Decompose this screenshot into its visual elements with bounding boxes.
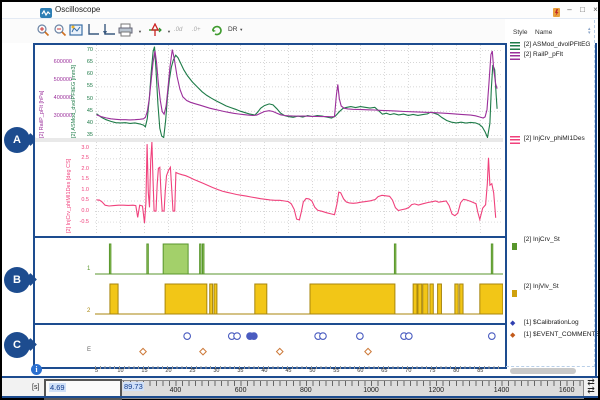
legend-horizontal-scrollbar[interactable] bbox=[510, 368, 576, 374]
time-tick-label: 70 bbox=[405, 368, 411, 374]
y-tick-label: 0.5 bbox=[81, 197, 89, 203]
annotation-badge-c: C bbox=[4, 332, 30, 358]
time-tick-label: 40 bbox=[261, 368, 267, 374]
time-tick-label: 50 bbox=[309, 368, 315, 374]
window-title: Oscilloscope bbox=[55, 5, 100, 14]
axis-ticks-asmod: 3540455055606570 bbox=[78, 45, 94, 138]
diamond-marker-icon: ◆ bbox=[510, 332, 520, 340]
event-row-label: E bbox=[87, 347, 91, 353]
diamond-marker-icon: ◆ bbox=[510, 320, 520, 328]
zoom-out-icon[interactable] bbox=[53, 23, 68, 38]
close-button[interactable]: × bbox=[589, 4, 600, 15]
time-tick-label: 45 bbox=[285, 368, 291, 374]
decimal-add-button[interactable]: .0d bbox=[174, 27, 190, 42]
time-tick-label: 5 bbox=[95, 368, 98, 374]
time-tick-label: 10 bbox=[117, 368, 123, 374]
line-style-swatch bbox=[510, 136, 520, 144]
ruler-tick-label: 800 bbox=[300, 387, 312, 394]
ruler-tick-label: 600 bbox=[235, 387, 247, 394]
y-tick-label: 2.5 bbox=[81, 155, 89, 161]
dr-menu-label: DR bbox=[228, 26, 237, 33]
screenshot-frame: Oscilloscope – □ × ▼ ▼ .0d .0+ bbox=[0, 0, 600, 400]
axis-default-icon[interactable] bbox=[86, 23, 101, 38]
time-tick-label: 65 bbox=[381, 368, 387, 374]
time-tick-label: 20 bbox=[165, 368, 171, 374]
plot-analog-upper[interactable] bbox=[95, 45, 503, 138]
axis-label-asmod: [2] ASMod_dvolPFltEG [mm3] bbox=[71, 45, 77, 138]
decimal-remove-button[interactable]: .0+ bbox=[192, 27, 208, 42]
print-icon[interactable]: ▼ bbox=[118, 23, 142, 38]
y-tick-label: 1.5 bbox=[81, 176, 89, 182]
range-end-value: 89.73 bbox=[123, 382, 144, 391]
time-tick-label: 15 bbox=[141, 368, 147, 374]
maximize-button[interactable]: □ bbox=[576, 4, 589, 15]
time-tick-label: 60 bbox=[357, 368, 363, 374]
zoom-in-icon[interactable] bbox=[36, 23, 51, 38]
y-tick-label: 300000 bbox=[54, 113, 72, 119]
axis-ticks-railp: 300000 400000 500000 600000 bbox=[46, 45, 73, 138]
ruler-tick-label: 1600 bbox=[559, 387, 575, 394]
sync-arrows-icon[interactable]: ⇄⇄ bbox=[584, 378, 598, 396]
measure-tool-icon[interactable]: ▼ bbox=[147, 23, 171, 38]
unit-label: [s] bbox=[32, 384, 39, 391]
y-tick-label: 500000 bbox=[54, 77, 72, 83]
y-tick-label: 600000 bbox=[54, 59, 72, 65]
content-right-border bbox=[595, 43, 597, 397]
time-slider-bar: [s] 2004006008001000120014001600 4.69 89… bbox=[2, 378, 598, 396]
legend-header-name: Name bbox=[535, 29, 552, 36]
time-tick-label: 85 bbox=[477, 368, 483, 374]
oscilloscope-window: Oscilloscope – □ × ▼ ▼ .0d .0+ bbox=[2, 2, 598, 398]
info-icon[interactable]: i bbox=[31, 364, 42, 375]
plot-events[interactable] bbox=[95, 325, 503, 362]
digital-row1-label: 1 bbox=[87, 266, 90, 272]
y-tick-label: 60 bbox=[87, 71, 93, 77]
y-tick-label: 400000 bbox=[54, 95, 72, 101]
annotation-badge-a: A bbox=[4, 127, 30, 153]
ruler-tick-label: 1400 bbox=[494, 387, 510, 394]
title-bar: Oscilloscope – □ × bbox=[2, 2, 598, 19]
y-tick-label: 70 bbox=[87, 47, 93, 53]
time-tick-label: 80 bbox=[453, 368, 459, 374]
y-tick-label: 50 bbox=[87, 96, 93, 102]
y-tick-label: 55 bbox=[87, 83, 93, 89]
y-tick-label: 1.0 bbox=[81, 187, 89, 193]
toolbar: ▼ ▼ .0d .0+ DR ▼ bbox=[2, 19, 505, 43]
step-style-swatch bbox=[510, 237, 520, 245]
y-tick-label: -0.5 bbox=[80, 219, 89, 225]
y-tick-label: 45 bbox=[87, 108, 93, 114]
ruler-tick-label: 1200 bbox=[428, 387, 444, 394]
time-tick-label: 55 bbox=[333, 368, 339, 374]
minimize-button[interactable]: – bbox=[563, 4, 576, 15]
time-tick-label: 25 bbox=[189, 368, 195, 374]
line-style-swatch bbox=[510, 52, 520, 60]
plot-digital[interactable] bbox=[95, 239, 503, 319]
y-tick-label: 65 bbox=[87, 59, 93, 65]
time-tick-label: 35 bbox=[237, 368, 243, 374]
step-style-swatch bbox=[510, 284, 520, 292]
ruler-tick-label: 400 bbox=[170, 387, 182, 394]
legend-panel: Style Name ▴▾ bbox=[506, 20, 595, 367]
range-start-value: 4.69 bbox=[49, 383, 66, 392]
apply-changes-icon[interactable] bbox=[210, 23, 225, 38]
time-tick-label: 75 bbox=[429, 368, 435, 374]
dr-menu-button[interactable]: DR ▼ bbox=[228, 26, 250, 41]
time-tick-label: 30 bbox=[213, 368, 219, 374]
line-style-swatch bbox=[510, 42, 520, 50]
axis-scale-icon[interactable] bbox=[102, 23, 117, 38]
axis-ticks-injcrv: -0.5 0.0 0.5 1.0 1.5 2.0 2.5 3.0 bbox=[72, 142, 90, 233]
digital-row2-label: 2 bbox=[87, 308, 90, 314]
legend-header-style: Style bbox=[513, 29, 527, 36]
y-tick-label: 2.0 bbox=[81, 166, 89, 172]
zoom-fit-icon[interactable] bbox=[69, 23, 84, 38]
y-tick-label: 40 bbox=[87, 120, 93, 126]
legend-scroll-arrows[interactable]: ▴▾ bbox=[588, 27, 591, 35]
plot-analog-lower[interactable] bbox=[95, 142, 503, 233]
ruler-tick-label: 1000 bbox=[363, 387, 379, 394]
y-tick-label: 0.0 bbox=[81, 208, 89, 214]
axis-label-railp: [2] RailP_pFlt [hPa] bbox=[39, 45, 45, 138]
annotation-badge-b: B bbox=[4, 267, 30, 293]
window-bottom-border bbox=[2, 396, 598, 398]
y-tick-label: 3.0 bbox=[81, 145, 89, 151]
